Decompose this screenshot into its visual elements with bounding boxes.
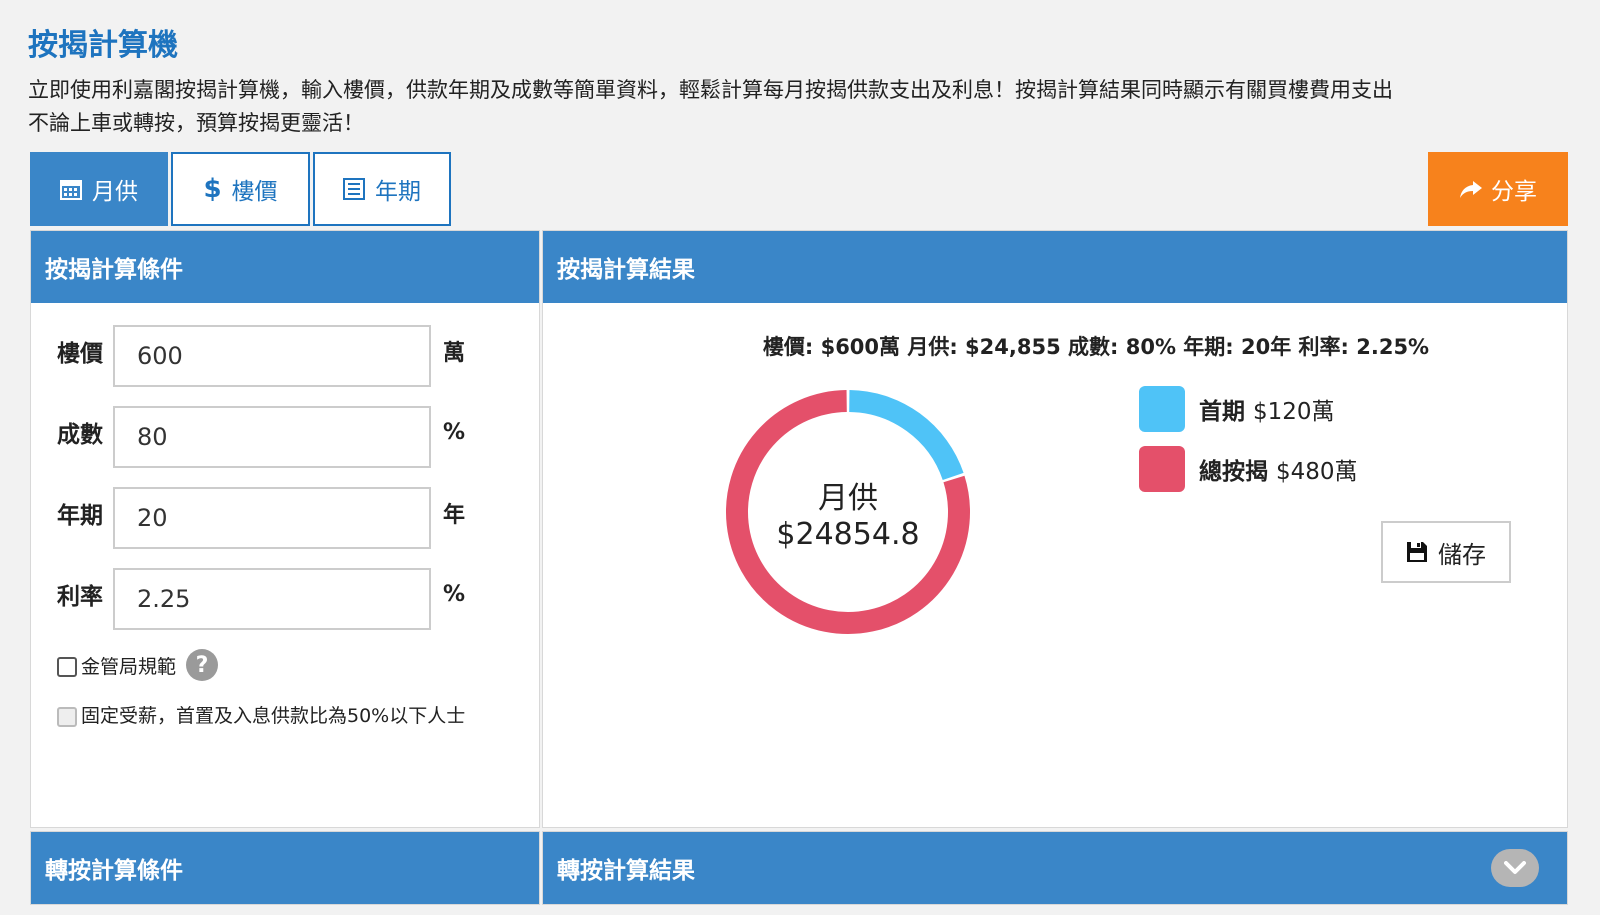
donut-center-value: $24854.8 (776, 516, 920, 552)
results-summary: 樓價: $600萬 月供: $24,855 成數: 80% 年期: 20年 利率… (762, 335, 1430, 359)
fixed-income-option: 固定受薪，首置及入息供款比為50%以下人士 (57, 701, 465, 728)
term-input[interactable] (113, 487, 431, 549)
calendar-icon (60, 180, 82, 200)
ratio-label: 成數 (57, 422, 103, 448)
share-icon (1460, 181, 1482, 198)
intro-line-2: 不論上車或轉按，預算按揭更靈活！ (28, 111, 364, 135)
list-icon (343, 178, 365, 200)
hkma-option: 金管局規範 ? (57, 649, 219, 681)
legend-down-payment: 首期 $120萬 (1139, 386, 1335, 432)
results-panel: 按揭計算結果 樓價: $600萬 月供: $24,855 成數: 80% 年期:… (542, 230, 1568, 828)
term-row: 年期 年 (57, 487, 465, 549)
price-label: 樓價 (57, 341, 103, 367)
share-label: 分享 (1491, 179, 1537, 205)
intro-line-1: 立即使用利嘉閣按揭計算機，輸入樓價，供款年期及成數等簡單資料，輕鬆計算每月按揭供… (28, 78, 1393, 102)
donut-center: 月供 $24854.8 (725, 389, 971, 635)
legend-name-down-payment: 首期 (1199, 399, 1245, 425)
results-header: 按揭計算結果 (543, 231, 1567, 303)
tab-price[interactable]: $ 樓價 (171, 152, 310, 226)
tab-price-label: 樓價 (231, 179, 278, 205)
tab-term[interactable]: 年期 (313, 152, 451, 226)
hkma-label: 金管局規範 (81, 655, 177, 678)
tab-monthly-label: 月供 (92, 179, 138, 205)
intro-text: 立即使用利嘉閣按揭計算機，輸入樓價，供款年期及成數等簡單資料，輕鬆計算每月按揭供… (28, 74, 1600, 140)
conditions-panel: 按揭計算條件 樓價 萬 成數 % 年期 年 利率 % 金管局規範 ? 固定受薪，… (30, 230, 540, 828)
legend-mortgage: 總按揭 $480萬 (1139, 446, 1358, 492)
price-input[interactable] (113, 325, 431, 387)
ratio-unit: % (443, 419, 466, 445)
ratio-input[interactable] (113, 406, 431, 468)
refi-results-panel: 轉按計算結果 (542, 831, 1568, 905)
share-button[interactable]: 分享 (1428, 152, 1568, 226)
rate-input[interactable] (113, 568, 431, 630)
legend-swatch-down-payment (1139, 386, 1185, 432)
legend-value-down-payment: $120萬 (1253, 399, 1335, 425)
refi-results-header[interactable]: 轉按計算結果 (543, 832, 1567, 904)
chevron-down-icon (1504, 861, 1526, 874)
price-unit: 萬 (443, 341, 466, 366)
term-label: 年期 (57, 503, 103, 529)
floppy-disk-icon (1407, 542, 1427, 562)
term-unit: 年 (443, 503, 466, 528)
rate-row: 利率 % (57, 568, 465, 630)
rate-unit: % (443, 581, 466, 607)
fixed-income-label: 固定受薪，首置及入息供款比為50%以下人士 (81, 705, 466, 727)
legend-value-mortgage: $480萬 (1276, 459, 1358, 485)
tab-monthly[interactable]: 月供 (30, 152, 168, 226)
save-button[interactable]: 儲存 (1381, 521, 1511, 583)
fixed-income-checkbox[interactable] (57, 706, 77, 727)
save-label: 儲存 (1438, 540, 1486, 569)
price-row: 樓價 萬 (57, 325, 465, 387)
donut-center-label: 月供 (818, 480, 878, 516)
help-icon[interactable]: ? (186, 649, 219, 681)
ratio-row: 成數 % (57, 406, 465, 468)
hkma-checkbox[interactable] (57, 657, 77, 677)
refi-conditions-header[interactable]: 轉按計算條件 (31, 832, 539, 904)
page-title: 按揭計算機 (28, 28, 178, 63)
dollar-icon: $ (203, 174, 222, 204)
expand-toggle[interactable] (1491, 849, 1539, 887)
tab-term-label: 年期 (375, 179, 421, 205)
rate-label: 利率 (57, 584, 103, 610)
legend-swatch-mortgage (1139, 446, 1185, 492)
mode-tabs: 月供 $ 樓價 年期 (30, 152, 454, 226)
refi-conditions-panel: 轉按計算條件 (30, 831, 540, 905)
legend-name-mortgage: 總按揭 (1199, 459, 1268, 485)
conditions-header: 按揭計算條件 (31, 231, 539, 303)
